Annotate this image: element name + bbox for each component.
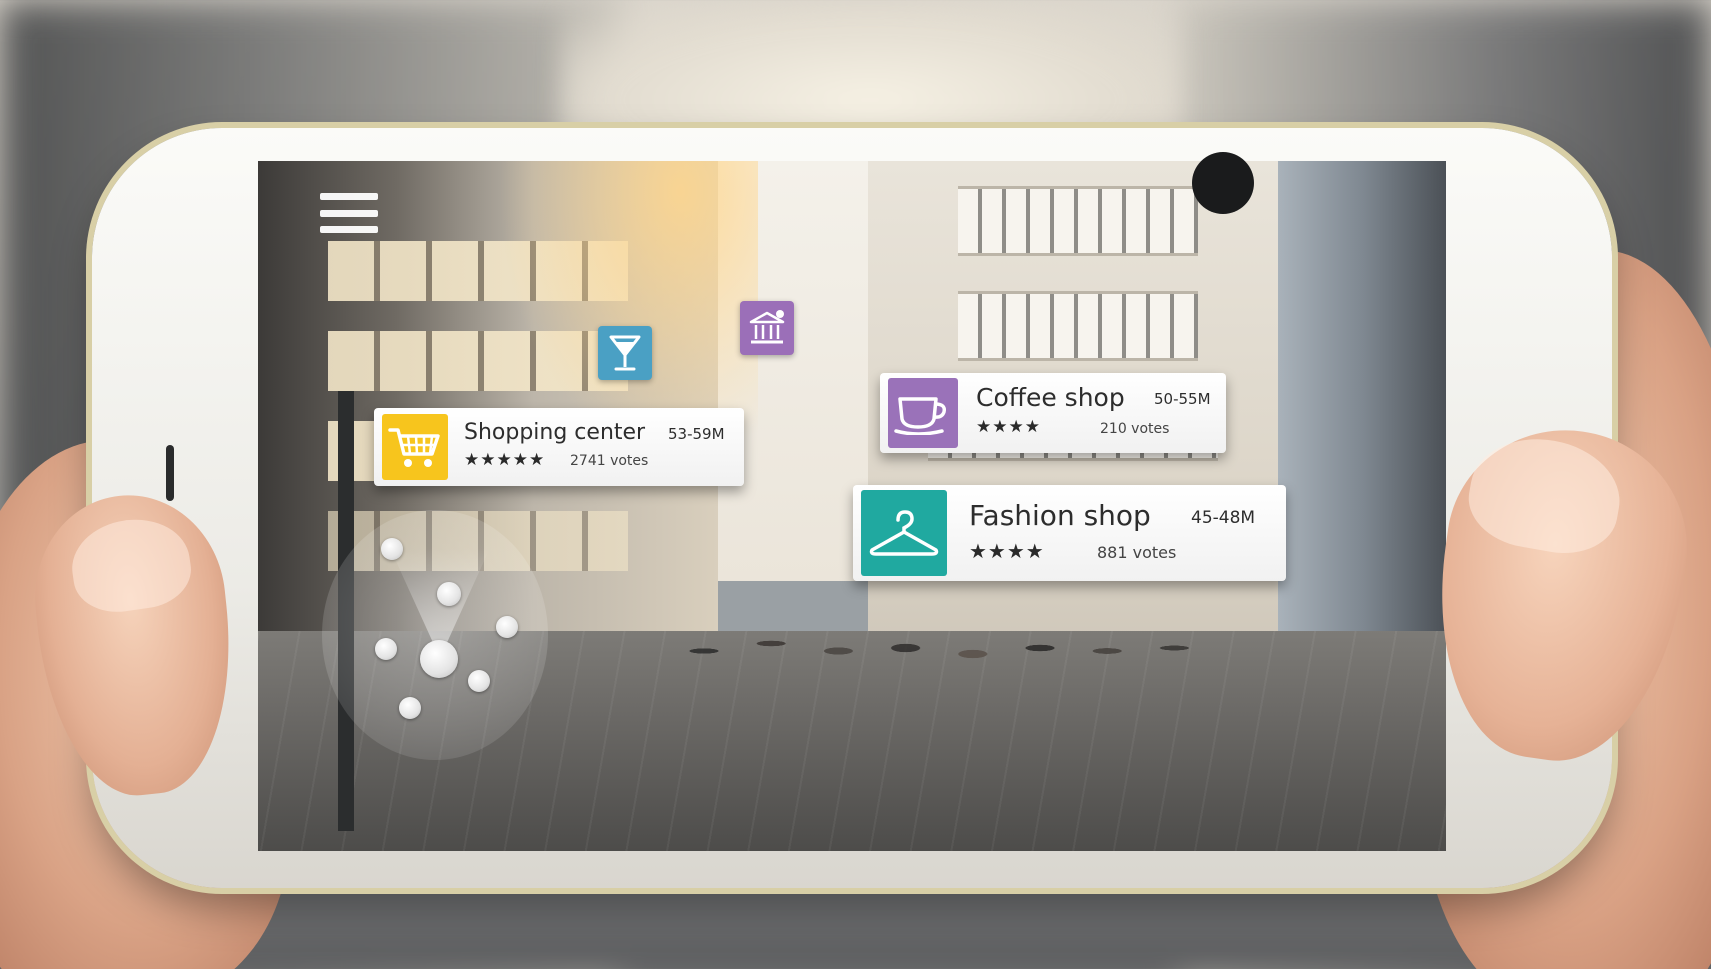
radar-poi-dot[interactable] [468, 670, 490, 692]
poi-title: Shopping center [464, 420, 646, 445]
bar-marker[interactable] [598, 326, 652, 380]
coffee-cup-icon [894, 397, 947, 435]
phone-side-button [166, 445, 174, 501]
bank-icon [749, 310, 785, 344]
poi-distance: 45-48M [1191, 508, 1256, 528]
bank-marker[interactable] [740, 301, 794, 355]
scene-window-grid [958, 291, 1198, 361]
poi-card-coffee-shop[interactable]: Coffee shop 50-55M ★★★★ 210 votes [880, 373, 1226, 453]
radar-poi-dot[interactable] [437, 582, 461, 606]
radar-poi-dot[interactable] [496, 616, 518, 638]
poi-card-info: Coffee shop 50-55M ★★★★ 210 votes [958, 373, 1226, 453]
phone-camera [1192, 152, 1254, 214]
radar-poi-dot[interactable] [381, 538, 403, 560]
hamburger-menu-icon [320, 226, 378, 233]
star-rating: ★★★★★ [464, 450, 546, 470]
poi-title: Fashion shop [969, 499, 1151, 532]
scene-window-grid [958, 186, 1198, 256]
poi-title: Coffee shop [976, 383, 1125, 412]
radar-poi-dot[interactable] [375, 638, 397, 660]
shopping-cart-icon [388, 428, 440, 467]
scene-pedestrians [648, 561, 1208, 711]
hamburger-menu-icon [320, 209, 378, 217]
poi-card-shopping-center[interactable]: Shopping center 53-59M ★★★★★ 2741 votes [374, 408, 744, 486]
vote-count: 881 votes [1097, 543, 1177, 562]
poi-distance: 50-55M [1154, 390, 1211, 408]
clothes-hanger-icon [869, 510, 939, 556]
star-rating: ★★★★ [976, 417, 1041, 437]
shopping-center-tile [382, 414, 448, 480]
hamburger-menu-icon [320, 193, 378, 200]
poi-card-info: Shopping center 53-59M ★★★★★ 2741 votes [448, 408, 744, 486]
fashion-shop-tile [861, 490, 947, 576]
radar-poi-dot[interactable] [399, 697, 421, 719]
cocktail-glass-icon [609, 335, 641, 371]
vote-count: 210 votes [1100, 421, 1170, 437]
menu-button[interactable] [320, 193, 378, 233]
poi-distance: 53-59M [668, 425, 725, 443]
poi-card-fashion-shop[interactable]: Fashion shop 45-48M ★★★★ 881 votes [853, 485, 1286, 581]
star-rating: ★★★★ [969, 539, 1045, 563]
poi-card-info: Fashion shop 45-48M ★★★★ 881 votes [947, 485, 1286, 581]
vote-count: 2741 votes [570, 453, 649, 469]
radar-user-location [420, 640, 458, 678]
coffee-shop-tile [888, 378, 958, 448]
